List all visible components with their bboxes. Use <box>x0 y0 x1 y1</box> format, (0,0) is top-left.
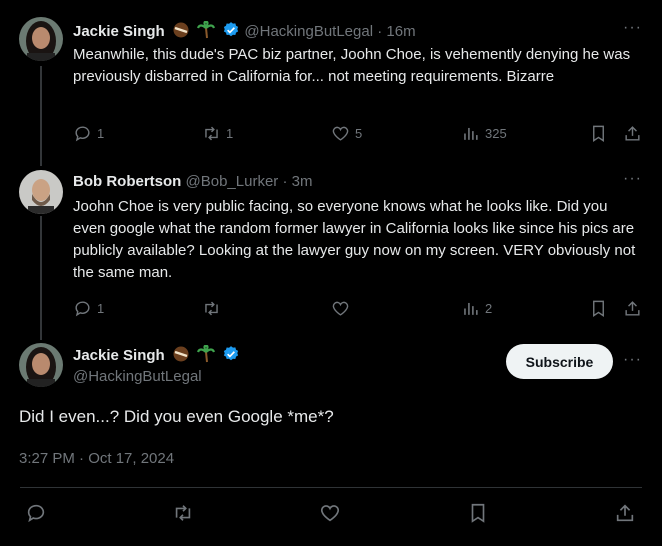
views-icon <box>464 302 478 315</box>
reply-icon <box>75 125 90 141</box>
retweet-icon <box>205 126 218 140</box>
like-button[interactable] <box>331 297 355 319</box>
bookmark-icon <box>593 300 604 317</box>
tweet-time[interactable]: 16m <box>386 23 415 40</box>
main-tweet-actions <box>25 502 645 524</box>
share-button[interactable] <box>614 502 641 524</box>
views-count: 325 <box>485 125 507 141</box>
coconut-emoji <box>173 22 189 38</box>
bookmark-button[interactable] <box>589 297 613 319</box>
views-icon <box>464 127 478 140</box>
views-button[interactable]: 2 <box>461 297 492 319</box>
share-icon <box>625 300 640 316</box>
share-button[interactable] <box>623 122 647 144</box>
bookmark-icon <box>471 503 485 523</box>
tweet-text: Did I even...? Did you even Google *me*? <box>19 407 334 426</box>
divider <box>20 487 642 488</box>
like-button[interactable] <box>319 502 346 524</box>
like-count: 5 <box>355 125 363 141</box>
author-handle[interactable]: @Bob_Lurker <box>186 173 279 190</box>
share-icon <box>625 125 640 141</box>
like-icon <box>320 505 340 522</box>
author-handle[interactable]: @HackingButLegal <box>244 23 373 40</box>
author-name[interactable]: Jackie Singh <box>73 347 165 364</box>
more-icon[interactable]: ··· <box>623 19 642 37</box>
bookmark-button[interactable] <box>467 502 494 524</box>
tweet-text: Joohn Choe is very public facing, so eve… <box>73 198 636 281</box>
tweet-timestamp[interactable]: 3:27 PM · Oct 17, 2024 <box>19 448 174 470</box>
tweet-2[interactable]: Bob Robertson @Bob_Lurker · 3m ··· Joohn… <box>0 165 662 335</box>
more-icon[interactable]: ··· <box>623 351 642 369</box>
retweet-button[interactable]: 1 <box>202 122 233 144</box>
views-count: 2 <box>485 300 493 316</box>
more-icon[interactable]: ··· <box>623 170 642 188</box>
views-button[interactable]: 325 <box>461 122 507 144</box>
share-icon <box>616 504 634 522</box>
palm-tree-emoji <box>197 345 216 363</box>
avatar[interactable] <box>19 170 63 214</box>
verified-icon <box>224 346 239 361</box>
retweet-count: 1 <box>226 125 234 141</box>
author-handle[interactable]: @HackingButLegal <box>73 368 202 385</box>
retweet-icon <box>175 505 191 521</box>
reply-button[interactable]: 1 <box>73 122 104 144</box>
like-icon <box>332 301 349 316</box>
tweet-time[interactable]: 3m <box>292 173 313 190</box>
avatar[interactable] <box>19 17 63 61</box>
reply-button[interactable] <box>25 502 52 524</box>
reply-count: 1 <box>97 300 105 316</box>
reply-icon <box>27 504 45 523</box>
retweet-button[interactable] <box>172 502 199 524</box>
share-button[interactable] <box>623 297 647 319</box>
tweet-actions: 1 2 <box>73 297 643 319</box>
like-button[interactable]: 5 <box>331 122 362 144</box>
palm-tree-emoji <box>197 21 216 39</box>
retweet-button[interactable] <box>202 297 226 319</box>
tweet-text: Meanwhile, this dude's PAC biz partner, … <box>73 46 631 85</box>
tweet-actions: 1 1 5 325 <box>73 122 643 144</box>
retweet-icon <box>205 301 218 315</box>
avatar[interactable] <box>19 343 63 387</box>
bookmark-icon <box>593 125 604 142</box>
verified-icon <box>224 22 239 37</box>
reply-icon <box>75 300 90 316</box>
coconut-emoji <box>173 346 189 362</box>
author-name[interactable]: Jackie Singh <box>73 23 165 40</box>
reply-count: 1 <box>97 125 105 141</box>
tweet-1[interactable]: Jackie Singh @HackingButLegal · 16m ··· … <box>0 0 662 165</box>
like-icon <box>332 126 349 141</box>
subscribe-button[interactable]: Subscribe <box>506 344 613 379</box>
reply-button[interactable]: 1 <box>73 297 104 319</box>
author-name[interactable]: Bob Robertson <box>73 173 181 190</box>
bookmark-button[interactable] <box>589 122 613 144</box>
